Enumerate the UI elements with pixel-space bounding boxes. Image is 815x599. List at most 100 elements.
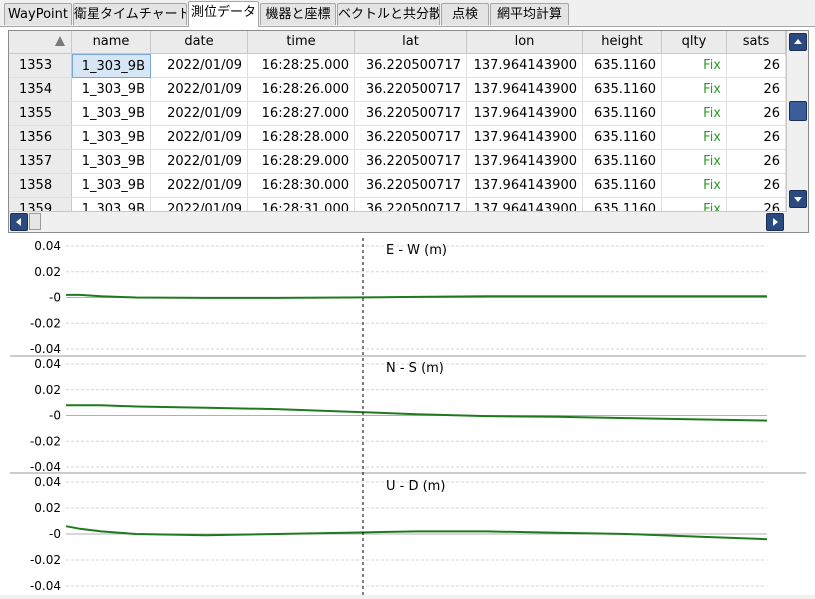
cell-lon[interactable]: 137.964143900 bbox=[467, 198, 583, 211]
cell-time[interactable]: 16:28:26.000 bbox=[248, 78, 355, 102]
cell-sats[interactable]: 26 bbox=[727, 198, 786, 211]
table-row[interactable]: 1355 1_303_9B 2022/01/09 16:28:27.000 36.220… bbox=[9, 102, 786, 126]
y-tick-label: -0.04 bbox=[30, 342, 61, 356]
vertical-scroll-thumb[interactable] bbox=[789, 101, 807, 121]
cell-time[interactable]: 16:28:30.000 bbox=[248, 174, 355, 198]
cell-lon[interactable]: 137.964143900 bbox=[467, 174, 583, 198]
cell-qlty[interactable]: Fix bbox=[662, 126, 727, 150]
scroll-right-button[interactable] bbox=[766, 213, 784, 231]
column-header-height[interactable]: height bbox=[583, 31, 662, 54]
cell-name[interactable]: 1_303_9B bbox=[72, 174, 151, 198]
vertical-scrollbar[interactable] bbox=[786, 31, 808, 212]
table-row[interactable]: 1356 1_303_9B 2022/01/09 16:28:28.000 36.220… bbox=[9, 126, 786, 150]
scroll-left-button[interactable] bbox=[10, 213, 28, 231]
cell-time[interactable]: 16:28:31.000 bbox=[248, 198, 355, 211]
cell-time[interactable]: 16:28:29.000 bbox=[248, 150, 355, 174]
cell-qlty[interactable]: Fix bbox=[662, 102, 727, 126]
cell-lon[interactable]: 137.964143900 bbox=[467, 126, 583, 150]
cell-lat[interactable]: 36.220500717 bbox=[355, 102, 467, 126]
cell-time[interactable]: 16:28:27.000 bbox=[248, 102, 355, 126]
cell-sats[interactable]: 26 bbox=[727, 102, 786, 126]
scroll-up-button[interactable] bbox=[789, 33, 807, 51]
cell-name[interactable]: 1_303_9B bbox=[72, 78, 151, 102]
row-number[interactable]: 1354 bbox=[9, 78, 72, 102]
cell-qlty[interactable]: Fix bbox=[662, 54, 727, 78]
table-row[interactable]: 1357 1_303_9B 2022/01/09 16:28:29.000 36.220… bbox=[9, 150, 786, 174]
cell-height[interactable]: 635.1160 bbox=[583, 198, 662, 211]
column-header-date[interactable]: date bbox=[151, 31, 248, 54]
row-number[interactable]: 1355 bbox=[9, 102, 72, 126]
cell-sats[interactable]: 26 bbox=[727, 54, 786, 78]
column-header-time[interactable]: time bbox=[248, 31, 355, 54]
cell-height[interactable]: 635.1160 bbox=[583, 54, 662, 78]
column-header-lat[interactable]: lat bbox=[355, 31, 467, 54]
cell-sats[interactable]: 26 bbox=[727, 174, 786, 198]
row-number[interactable]: 1357 bbox=[9, 150, 72, 174]
row-number[interactable]: 1356 bbox=[9, 126, 72, 150]
cell-lon[interactable]: 137.964143900 bbox=[467, 150, 583, 174]
tab-6[interactable]: 点検 bbox=[441, 3, 489, 25]
horizontal-scrollbar[interactable] bbox=[9, 211, 786, 232]
cell-height[interactable]: 635.1160 bbox=[583, 150, 662, 174]
cell-date[interactable]: 2022/01/09 bbox=[151, 102, 248, 126]
y-tick-label: -0.02 bbox=[30, 434, 61, 448]
cell-date[interactable]: 2022/01/09 bbox=[151, 54, 248, 78]
row-number[interactable]: 1358 bbox=[9, 174, 72, 198]
column-header-qlty[interactable]: qlty bbox=[662, 31, 727, 54]
cell-name[interactable]: 1_303_9B bbox=[72, 150, 151, 174]
cell-date[interactable]: 2022/01/09 bbox=[151, 174, 248, 198]
cell-lat[interactable]: 36.220500717 bbox=[355, 78, 467, 102]
cell-name[interactable]: 1_303_9B bbox=[72, 102, 151, 126]
cell-lat[interactable]: 36.220500717 bbox=[355, 54, 467, 78]
row-number[interactable]: 1353 bbox=[9, 54, 72, 78]
cell-lon[interactable]: 137.964143900 bbox=[467, 54, 583, 78]
cell-date[interactable]: 2022/01/09 bbox=[151, 198, 248, 211]
cell-lat[interactable]: 36.220500717 bbox=[355, 150, 467, 174]
cell-name[interactable]: 1_303_9B bbox=[72, 126, 151, 150]
cell-date[interactable]: 2022/01/09 bbox=[151, 126, 248, 150]
tab-3[interactable]: 測位データ bbox=[188, 1, 259, 27]
cell-qlty[interactable]: Fix bbox=[662, 78, 727, 102]
cell-lat[interactable]: 36.220500717 bbox=[355, 198, 467, 211]
column-header-name[interactable]: name bbox=[72, 31, 151, 54]
cell-date[interactable]: 2022/01/09 bbox=[151, 150, 248, 174]
cell-height[interactable]: 635.1160 bbox=[583, 126, 662, 150]
row-number[interactable]: 1359 bbox=[9, 198, 72, 211]
scroll-down-button[interactable] bbox=[789, 190, 807, 208]
cell-time[interactable]: 16:28:28.000 bbox=[248, 126, 355, 150]
cell-date[interactable]: 2022/01/09 bbox=[151, 78, 248, 102]
table-row[interactable]: 1354 1_303_9B 2022/01/09 16:28:26.000 36.220… bbox=[9, 78, 786, 102]
table-row[interactable]: 1353 1_303_9B 2022/01/09 16:28:25.000 36.220… bbox=[9, 54, 786, 78]
cell-lon[interactable]: 137.964143900 bbox=[467, 78, 583, 102]
cell-time[interactable]: 16:28:25.000 bbox=[248, 54, 355, 78]
cell-qlty[interactable]: Fix bbox=[662, 198, 727, 211]
cell-qlty[interactable]: Fix bbox=[662, 150, 727, 174]
cell-lat[interactable]: 36.220500717 bbox=[355, 174, 467, 198]
horizontal-scroll-thumb[interactable] bbox=[29, 213, 41, 230]
tab-4[interactable]: 機器と座標 bbox=[260, 3, 336, 25]
y-tick-label: -0 bbox=[49, 527, 61, 541]
data-grid[interactable]: name date time lat lon height qlty sats 1353 1_3… bbox=[8, 30, 809, 233]
tab-2[interactable]: 衛星タイムチャート bbox=[73, 3, 187, 25]
table-row[interactable]: 1359 1_303_9B 2022/01/09 16:28:31.000 36.220… bbox=[9, 198, 786, 211]
cell-sats[interactable]: 26 bbox=[727, 150, 786, 174]
tab-5[interactable]: ベクトルと共分散 bbox=[337, 3, 440, 25]
tab-7[interactable]: 網平均計算 bbox=[490, 3, 569, 25]
cell-lon[interactable]: 137.964143900 bbox=[467, 102, 583, 126]
cell-qlty[interactable]: Fix bbox=[662, 174, 727, 198]
cell-sats[interactable]: 26 bbox=[727, 126, 786, 150]
cell-name[interactable]: 1_303_9B bbox=[72, 198, 151, 211]
column-header-lon[interactable]: lon bbox=[467, 31, 583, 54]
cell-height[interactable]: 635.1160 bbox=[583, 78, 662, 102]
cell-sats[interactable]: 26 bbox=[727, 78, 786, 102]
y-tick-label: -0.04 bbox=[30, 460, 61, 474]
cell-lat[interactable]: 36.220500717 bbox=[355, 126, 467, 150]
y-tick-label: -0 bbox=[49, 291, 61, 305]
column-header-sats[interactable]: sats bbox=[727, 31, 786, 54]
cell-height[interactable]: 635.1160 bbox=[583, 174, 662, 198]
tab-1[interactable]: WayPoint bbox=[4, 3, 72, 25]
table-row[interactable]: 1358 1_303_9B 2022/01/09 16:28:30.000 36.220… bbox=[9, 174, 786, 198]
cell-height[interactable]: 635.1160 bbox=[583, 102, 662, 126]
row-header-corner[interactable] bbox=[9, 31, 72, 54]
cell-name[interactable]: 1_303_9B bbox=[72, 54, 151, 78]
